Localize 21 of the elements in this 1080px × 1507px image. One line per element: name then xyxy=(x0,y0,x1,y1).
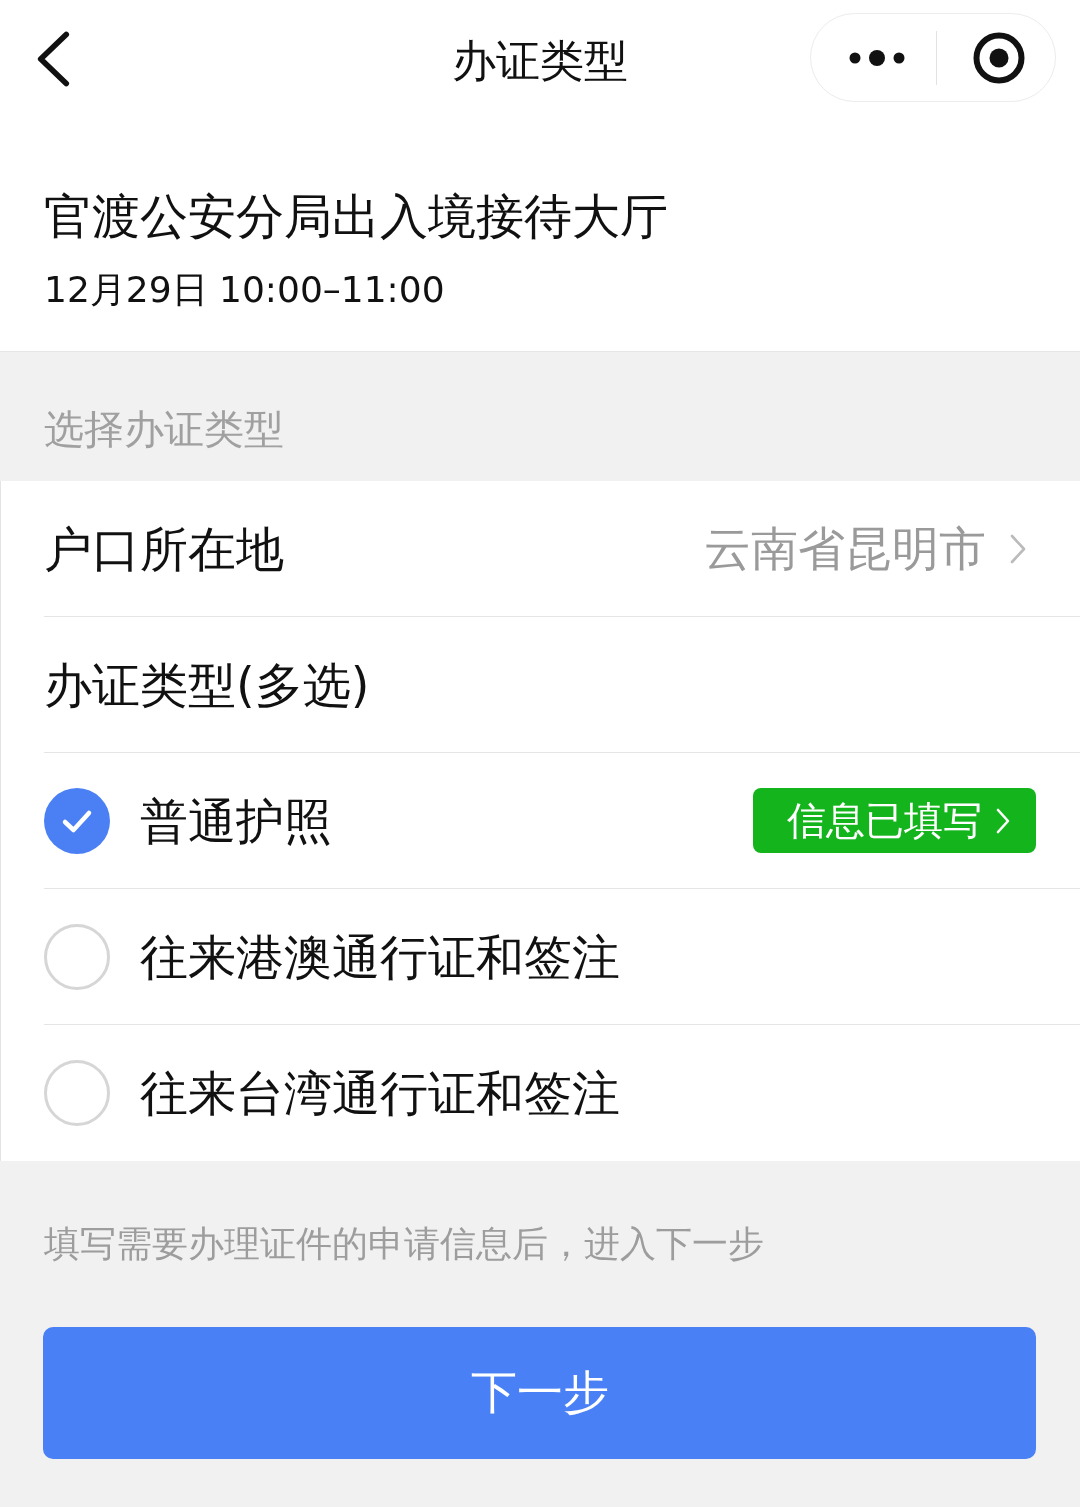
info-filled-button[interactable]: 信息已填写 xyxy=(753,788,1036,853)
appointment-time: 12月29日 10:00–11:00 xyxy=(44,268,446,312)
field-value[interactable]: 云南省昆明市 xyxy=(704,518,986,579)
section-label: 选择办证类型 xyxy=(43,405,285,454)
venue-name: 官渡公安分局出入境接待大厅 xyxy=(44,187,669,246)
back-icon[interactable] xyxy=(36,31,70,87)
chevron-icon xyxy=(996,807,1010,834)
option-label: 往来港澳通行证和签注 xyxy=(140,927,620,987)
chevron-icon[interactable] xyxy=(1010,533,1026,564)
checkbox[interactable] xyxy=(44,1060,110,1126)
option-label: 往来台湾通行证和签注 xyxy=(140,1064,620,1123)
field-label: 办证类型(多选) xyxy=(44,655,370,715)
ring-dot-icon[interactable] xyxy=(973,31,1025,84)
page-title: 办证类型 xyxy=(452,34,628,88)
hint-text: 填写需要办理证件的申请信息后，进入下一步 xyxy=(43,1222,765,1266)
field-label: 户口所在地 xyxy=(44,519,284,579)
checkbox[interactable] xyxy=(44,923,110,990)
more-icon[interactable] xyxy=(849,47,905,68)
option-label: 普通护照 xyxy=(140,791,332,851)
checkbox[interactable] xyxy=(44,787,110,854)
next-button[interactable]: 下一步 xyxy=(43,1327,1036,1459)
